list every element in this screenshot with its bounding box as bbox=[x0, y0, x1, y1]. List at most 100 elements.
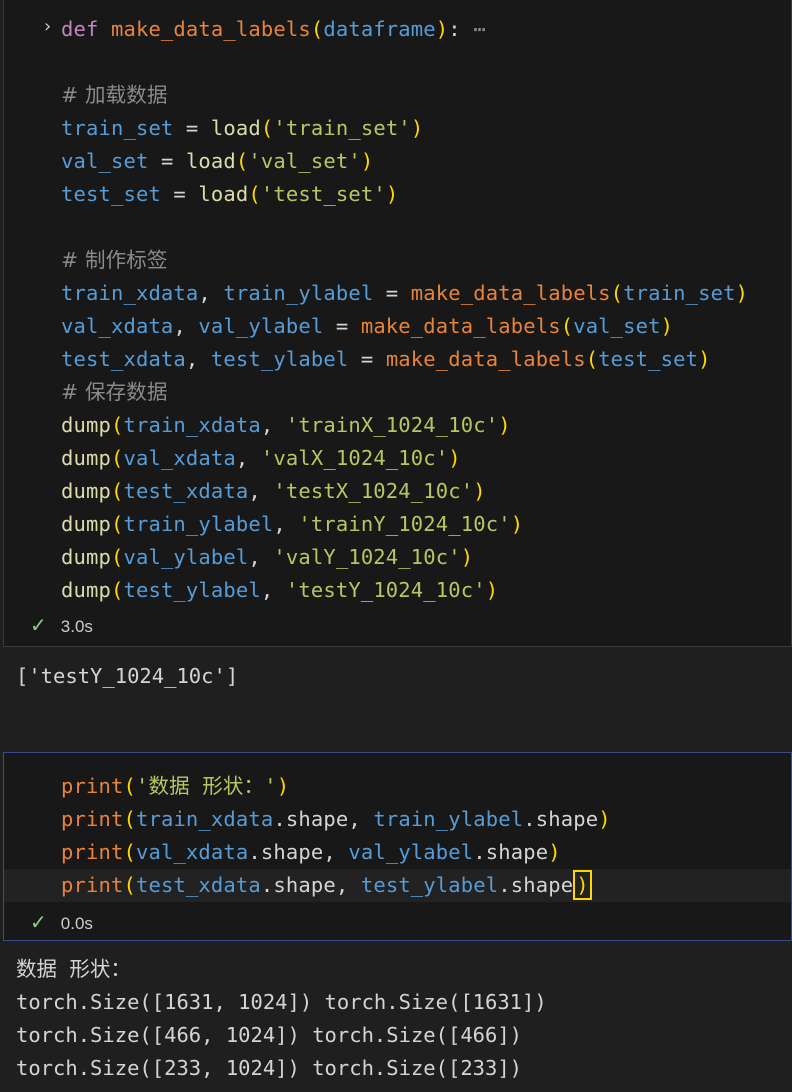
code-token: dump bbox=[61, 446, 111, 470]
code-line[interactable]: val_xdata, val_ylabel = make_data_labels… bbox=[61, 310, 673, 343]
code-token: print bbox=[61, 873, 124, 897]
code-token: ) bbox=[485, 578, 499, 602]
code-token: load bbox=[210, 116, 261, 140]
code-token: ) bbox=[598, 807, 611, 831]
code-token: make_data_labels bbox=[385, 347, 586, 371]
code-token: train_ylabel bbox=[123, 512, 274, 536]
cell-output-1: ['testY_1024_10c'] bbox=[16, 664, 239, 688]
code-line[interactable]: # 加载数据 bbox=[61, 79, 168, 112]
output-line: torch.Size([233, 1024]) torch.Size([233]… bbox=[16, 1056, 523, 1080]
code-token: ) bbox=[473, 479, 486, 503]
code-token: load bbox=[185, 149, 236, 173]
code-token: def bbox=[61, 17, 111, 41]
code-token: ( bbox=[248, 182, 261, 206]
code-token: = bbox=[348, 347, 386, 371]
code-token: ( bbox=[260, 116, 274, 140]
code-token: ) bbox=[360, 149, 374, 173]
code-token: ( bbox=[235, 149, 249, 173]
code-token: ) bbox=[435, 17, 449, 41]
code-token: , bbox=[260, 578, 286, 602]
code-line[interactable]: print(test_xdata.shape, test_ylabel.shap… bbox=[4, 869, 791, 902]
code-token: val_ylabel bbox=[348, 840, 474, 864]
code-token: , bbox=[185, 347, 211, 371]
code-token: ) bbox=[735, 281, 749, 305]
code-token: shape bbox=[510, 873, 574, 897]
code-token: ) bbox=[385, 182, 399, 206]
output-line: torch.Size([1631, 1024]) torch.Size([163… bbox=[16, 990, 547, 1014]
code-token: 'testX_1024_10c' bbox=[273, 479, 474, 503]
code-line[interactable]: # 保存数据 bbox=[61, 376, 168, 409]
code-token: train_xdata bbox=[135, 807, 274, 831]
code-token: test_xdata bbox=[135, 873, 261, 897]
code-token: train_xdata bbox=[61, 281, 199, 305]
output-line: 数据 形状： bbox=[16, 957, 131, 981]
code-token: val_xdata bbox=[123, 446, 236, 470]
code-token: 'test_set' bbox=[260, 182, 386, 206]
code-token: , bbox=[248, 545, 274, 569]
code-line[interactable]: print('数据 形状：') bbox=[61, 770, 289, 803]
code-token: dataframe bbox=[323, 17, 436, 41]
code-token: make_data_labels bbox=[110, 17, 311, 41]
code-line[interactable]: train_xdata, train_ylabel = make_data_la… bbox=[61, 277, 748, 310]
code-token: ) bbox=[510, 512, 524, 536]
code-token: = bbox=[173, 116, 211, 140]
code-line[interactable]: dump(train_ylabel, 'trainY_1024_10c') bbox=[61, 508, 523, 541]
code-token: ) bbox=[276, 774, 290, 798]
code-token: dump bbox=[61, 413, 111, 437]
code-token: shape bbox=[273, 873, 336, 897]
code-token: val_ylabel bbox=[198, 314, 324, 338]
code-line[interactable]: train_set = load('train_set') bbox=[61, 112, 423, 145]
code-line[interactable]: def make_data_labels(dataframe): ⋯ bbox=[61, 13, 486, 46]
code-token: = bbox=[323, 314, 361, 338]
check-icon: ✓ bbox=[30, 912, 47, 934]
code-token: 'trainX_1024_10c' bbox=[285, 413, 499, 437]
code-token: ) bbox=[448, 446, 461, 470]
code-token: . bbox=[473, 840, 486, 864]
code-token: train_set bbox=[623, 281, 736, 305]
code-token: . bbox=[260, 873, 274, 897]
code-token: val_xdata bbox=[61, 314, 174, 338]
code-token: = bbox=[373, 281, 411, 305]
code-token: train_ylabel bbox=[373, 807, 524, 831]
code-token: test_ylabel bbox=[360, 873, 499, 897]
code-token: train_ylabel bbox=[223, 281, 374, 305]
code-token: , bbox=[323, 840, 349, 864]
code-token: test_ylabel bbox=[210, 347, 349, 371]
code-line[interactable]: test_xdata, test_ylabel = make_data_labe… bbox=[61, 343, 711, 376]
cell-status: ✓ 0.0s bbox=[30, 908, 93, 938]
code-token: ( bbox=[110, 512, 124, 536]
code-line[interactable]: print(train_xdata.shape, train_ylabel.sh… bbox=[61, 803, 611, 836]
code-line[interactable]: val_set = load('val_set') bbox=[61, 145, 373, 178]
code-cell-1[interactable]: › def make_data_labels(dataframe): ⋯ # 加载… bbox=[3, 0, 792, 647]
code-token: 'valX_1024_10c' bbox=[260, 446, 449, 470]
code-token: ) bbox=[548, 840, 561, 864]
code-token: ( bbox=[123, 807, 136, 831]
code-line[interactable]: # 制作标签 bbox=[61, 244, 168, 277]
code-token: print bbox=[61, 774, 124, 798]
code-cell-2[interactable]: print('数据 形状：') print(train_xdata.shape, … bbox=[3, 752, 792, 941]
code-line[interactable]: dump(val_xdata, 'valX_1024_10c') bbox=[61, 442, 461, 475]
code-token: val_xdata bbox=[135, 840, 249, 864]
code-line[interactable]: test_set = load('test_set') bbox=[61, 178, 398, 211]
code-token: ( bbox=[110, 578, 124, 602]
code-token: test_xdata bbox=[61, 347, 186, 371]
code-token: train_set bbox=[61, 116, 174, 140]
code-token: make_data_labels bbox=[360, 314, 561, 338]
code-token: ( bbox=[585, 347, 599, 371]
code-token: . bbox=[248, 840, 261, 864]
code-token: val_set bbox=[573, 314, 661, 338]
code-token: . bbox=[273, 807, 286, 831]
code-line[interactable]: dump(val_ylabel, 'valY_1024_10c') bbox=[61, 541, 473, 574]
code-token: ( bbox=[110, 413, 124, 437]
code-line[interactable]: dump(test_ylabel, 'testY_1024_10c') bbox=[61, 574, 498, 607]
code-token: test_set bbox=[61, 182, 161, 206]
code-line[interactable]: print(val_xdata.shape, val_ylabel.shape) bbox=[61, 836, 561, 869]
code-token: val_ylabel bbox=[123, 545, 249, 569]
code-line[interactable]: dump(test_xdata, 'testX_1024_10c') bbox=[61, 475, 486, 508]
code-line[interactable]: dump(train_xdata, 'trainX_1024_10c') bbox=[61, 409, 511, 442]
code-token: train_xdata bbox=[123, 413, 261, 437]
chevron-right-icon[interactable]: › bbox=[42, 16, 53, 37]
code-token: shape bbox=[285, 807, 349, 831]
output-line: torch.Size([466, 1024]) torch.Size([466]… bbox=[16, 1023, 523, 1047]
code-token: ( bbox=[123, 873, 136, 897]
